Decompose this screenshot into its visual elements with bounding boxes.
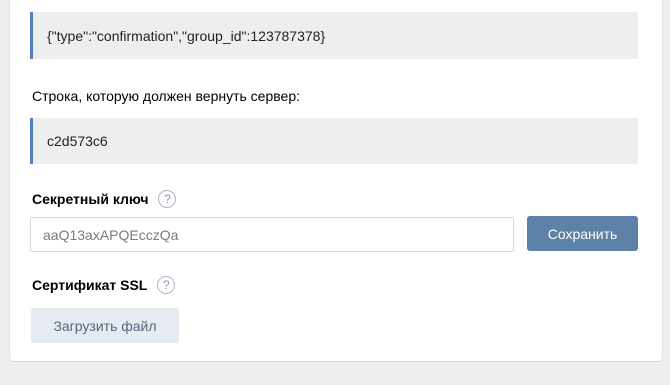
secret-key-label: Секретный ключ [32,191,149,207]
secret-key-help-icon[interactable]: ? [158,190,177,208]
response-string-box: c2d573c6 [30,118,638,164]
request-json-box: {"type":"confirmation","group_id":123787… [30,12,638,59]
ssl-label-row: Сертификат SSL ? [32,276,176,294]
upload-file-button[interactable]: Загрузить файл [31,308,179,343]
settings-card: {"type":"confirmation","group_id":123787… [10,0,662,361]
response-string-label: Строка, которую должен вернуть сервер: [32,88,300,104]
secret-key-input[interactable] [30,217,514,252]
request-json-text: {"type":"confirmation","group_id":123787… [47,27,326,44]
secret-key-label-row: Секретный ключ ? [32,190,177,208]
ssl-label: Сертификат SSL [32,277,148,293]
ssl-help-icon[interactable]: ? [157,276,176,294]
response-string-value: c2d573c6 [47,133,108,149]
save-button[interactable]: Сохранить [527,216,638,251]
